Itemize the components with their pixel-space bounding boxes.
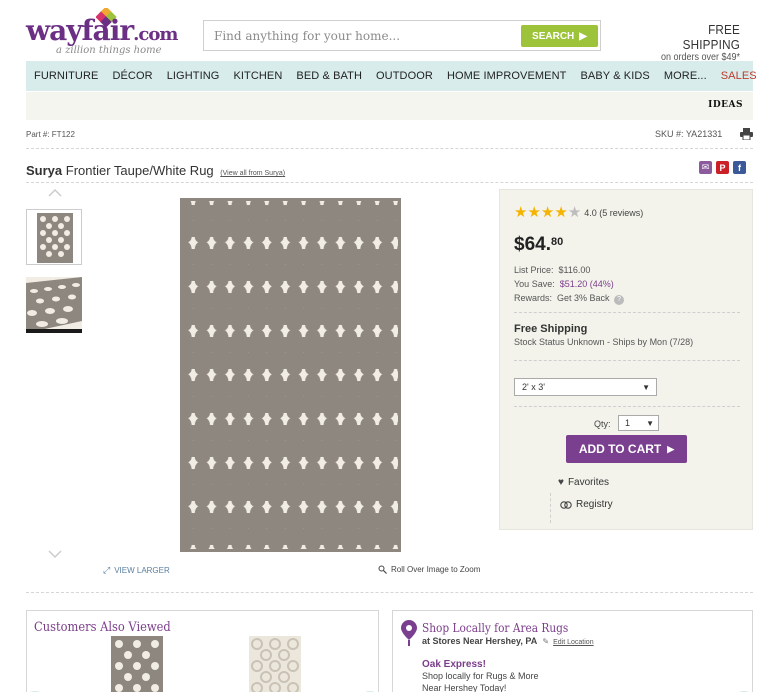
- size-select[interactable]: 2' x 3' ▼: [514, 378, 657, 396]
- size-selected: 2' x 3': [522, 382, 545, 392]
- ideas-bar: IDEAS: [26, 92, 753, 120]
- part-number: Part #: FT122: [26, 130, 75, 139]
- list-price: List Price: $116.00: [514, 265, 591, 275]
- shop-locally-subtitle: at Stores Near Hershey, PA ✎ Edit Locatio…: [422, 636, 594, 646]
- email-icon[interactable]: ✉: [699, 161, 712, 174]
- expand-icon: ⤢: [103, 565, 111, 575]
- caret-right-icon: ▶: [579, 30, 587, 42]
- nav-bed-bath[interactable]: BED & BATH: [296, 70, 362, 82]
- search-button-label: SEARCH: [532, 30, 575, 42]
- free-shipping-promo[interactable]: FREE SHIPPING on orders over $49*: [650, 22, 740, 63]
- rating-stars[interactable]: ★ ★ ★ ★ ★ 4.0 (5 reviews): [514, 204, 643, 221]
- nav-more[interactable]: MORE...: [664, 70, 707, 82]
- you-save: You Save: $51.20 (44%): [514, 279, 614, 289]
- price: $64.80: [514, 234, 564, 255]
- heart-icon: ♥: [558, 477, 564, 488]
- registry-label: Registry: [576, 499, 613, 510]
- print-icon[interactable]: [740, 128, 753, 140]
- dropdown-arrow-icon: ▼: [646, 418, 654, 428]
- nav-lighting[interactable]: LIGHTING: [167, 70, 220, 82]
- map-pin-icon: [401, 620, 417, 646]
- registry-link[interactable]: Registry: [560, 499, 613, 510]
- shop-locally-title: Shop Locally for Area Rugs: [422, 621, 569, 635]
- logo-text: wayfair: [26, 14, 134, 47]
- buy-box: ★ ★ ★ ★ ★ 4.0 (5 reviews) $64.80 List Pr…: [499, 189, 753, 530]
- chevron-up-icon[interactable]: [48, 188, 62, 198]
- rings-icon: [560, 500, 572, 509]
- nav-outdoor[interactable]: OUTDOOR: [376, 70, 433, 82]
- star-icon: ★: [540, 204, 555, 221]
- rating-text[interactable]: 4.0 (5 reviews): [584, 208, 643, 218]
- caret-right-icon: ▶: [667, 443, 675, 454]
- store-line-2: Near Hershey Today!: [422, 683, 507, 692]
- zoom-hint: Roll Over Image to Zoom: [378, 565, 480, 574]
- edit-location-link[interactable]: Edit Location: [553, 639, 593, 646]
- product-brand[interactable]: Surya: [26, 163, 62, 178]
- view-larger-label: VIEW LARGER: [114, 566, 170, 575]
- main-product-image[interactable]: [180, 198, 401, 552]
- zoom-hint-label: Roll Over Image to Zoom: [391, 565, 481, 574]
- also-viewed-title: Customers Also Viewed: [34, 620, 171, 635]
- free-shipping-title: FREE SHIPPING: [682, 22, 740, 52]
- search-box: SEARCH ▶: [203, 20, 601, 51]
- qty-label: Qty:: [594, 419, 611, 429]
- logo-suffix: .com: [133, 24, 178, 45]
- edit-location-icon: ✎: [542, 637, 550, 646]
- also-viewed-product-2[interactable]: [249, 636, 301, 692]
- qty-select[interactable]: 1 ▼: [618, 415, 659, 431]
- star-icon: ★: [527, 204, 541, 221]
- nav-furniture[interactable]: FURNITURE: [34, 70, 98, 82]
- product-title: Surya Frontier Taupe/White Rug (View all…: [26, 163, 285, 178]
- main-nav: FURNITURE DÉCOR LIGHTING KITCHEN BED & B…: [26, 61, 757, 91]
- divider: [514, 406, 740, 407]
- store-line-1: Shop locally for Rugs & More: [422, 671, 539, 681]
- star-icon: ★: [554, 204, 568, 221]
- favorites-label: Favorites: [567, 477, 610, 488]
- thumbnail-front[interactable]: [26, 209, 82, 265]
- customers-also-viewed: Customers Also Viewed: [26, 610, 379, 692]
- nav-home-improvement[interactable]: HOME IMPROVEMENT: [447, 70, 567, 82]
- star-empty-icon: ★: [567, 204, 582, 221]
- product-name: Frontier Taupe/White Rug: [65, 163, 214, 178]
- rewards: Rewards: Get 3% Back ?: [514, 293, 625, 305]
- nav-baby-kids[interactable]: BABY & KIDS: [581, 70, 650, 82]
- favorites-link[interactable]: ♥ Favorites: [558, 477, 609, 488]
- stock-status: Stock Status Unknown - Ships by Mon (7/2…: [514, 337, 694, 347]
- divider: [550, 493, 551, 523]
- dropdown-arrow-icon: ▼: [642, 382, 650, 392]
- nav-kitchen[interactable]: KITCHEN: [233, 70, 282, 82]
- share-icons: ✉ P f: [699, 161, 746, 174]
- shop-locally-panel: Shop Locally for Area Rugs at Stores Nea…: [392, 610, 753, 692]
- add-to-cart-button[interactable]: ADD TO CART ▶: [566, 435, 687, 463]
- add-to-cart-label: ADD TO CART: [578, 442, 662, 456]
- magnifier-icon: [378, 565, 387, 574]
- divider: [514, 360, 740, 361]
- nav-sales[interactable]: SALES: [721, 70, 757, 82]
- help-icon[interactable]: ?: [614, 295, 625, 305]
- ideas-link[interactable]: IDEAS: [708, 100, 743, 110]
- thumbnail-angle[interactable]: [26, 277, 82, 333]
- divider: [26, 182, 753, 183]
- divider: [26, 148, 753, 149]
- nav-decor[interactable]: DÉCOR: [112, 70, 152, 82]
- logo-tagline: a zillion things home: [56, 45, 162, 56]
- view-larger-link[interactable]: ⤢ VIEW LARGER: [103, 565, 170, 576]
- divider: [26, 592, 753, 593]
- sku-number: SKU #: YA21331: [655, 129, 723, 139]
- search-button[interactable]: SEARCH ▶: [521, 25, 598, 47]
- star-icon: ★: [514, 204, 528, 221]
- store-name[interactable]: Oak Express!: [422, 659, 486, 670]
- pinterest-icon[interactable]: P: [716, 161, 729, 174]
- shipping-title: Free Shipping: [514, 323, 588, 335]
- qty-selected: 1: [625, 418, 631, 428]
- chevron-down-icon[interactable]: [48, 549, 62, 559]
- divider: [514, 312, 740, 313]
- search-input[interactable]: [204, 21, 514, 50]
- facebook-icon[interactable]: f: [733, 161, 746, 174]
- view-all-link[interactable]: (View all from Surya): [220, 170, 285, 177]
- wayfair-logo[interactable]: wayfair.com a zillion things home: [26, 8, 178, 58]
- also-viewed-product-1[interactable]: [111, 636, 163, 692]
